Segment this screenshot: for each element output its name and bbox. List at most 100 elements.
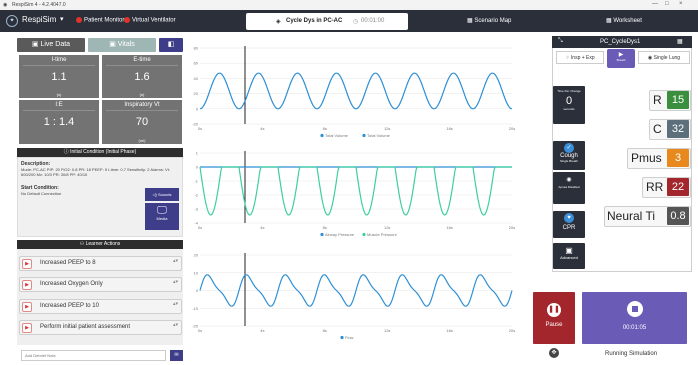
advanced-label: Advanced (560, 255, 578, 260)
maximize-button[interactable]: □ (665, 1, 669, 7)
breath-play-icon: ▶ (618, 52, 624, 58)
simulation-time: 00:01:05 (622, 325, 647, 331)
description-text: Mode: PC-AC PIP: 20 FiO2: 0.8 PR: 18 PEE… (21, 167, 170, 177)
patient-monitor-link[interactable]: Patient Monitor (76, 17, 124, 24)
x-tick-label: 12s (384, 126, 390, 131)
monitor-icon: 🖵 (157, 205, 167, 216)
breath-button[interactable]: ▶ Breath (607, 49, 635, 68)
y-tick-label: 20 (194, 91, 199, 96)
chevron-icon: ▴▾ (172, 301, 178, 307)
y-tick-label: 10 (194, 270, 199, 275)
x-tick-label: 12s (384, 328, 390, 333)
action-item[interactable]: ▶ Increased PEEP to 8 ▴▾ (19, 256, 182, 271)
patient-monitor-label: Patient Monitor (84, 17, 125, 24)
play-icon: ▶ (22, 323, 32, 333)
y-tick-label: -2 (194, 193, 198, 198)
play-icon: ▶ (22, 280, 32, 290)
etime-label: E-time (133, 57, 151, 63)
y-tick-label: 80 (194, 46, 199, 51)
insp-exp-button[interactable]: ⁘ Insp + Exp (556, 51, 604, 64)
chevron-icon: ▴▾ (172, 279, 178, 285)
scenario-timer: 00:01:00 (361, 18, 385, 24)
legend-swatch (320, 232, 324, 237)
itime-value: 1.1 (51, 71, 67, 83)
settings-icon[interactable]: ✥ (549, 348, 559, 358)
apnea-icon: ◉ (566, 177, 572, 183)
apnea-button[interactable]: ◉ Apnea Disabled (553, 172, 585, 204)
learner-actions-title: Learner Actions (85, 241, 121, 247)
send-note-button[interactable]: ✉ (170, 350, 183, 361)
worksheet-label: Worksheet (613, 18, 642, 24)
action-item[interactable]: ▶ Increased PEEP to 10 ▴▾ (19, 299, 182, 314)
expand-button[interactable]: ◧ (159, 38, 183, 52)
legend-swatch (320, 133, 324, 138)
legend-label: Muscle Pressure (367, 232, 398, 237)
cpr-label: CPR (562, 225, 576, 231)
start-condition-text: No Default Connection (21, 191, 62, 196)
param-c-label: C (653, 122, 662, 136)
patient-name: PC_CycleDys1 (600, 39, 641, 45)
patient-header: ⤡ PC_CycleDys1 ▦ (552, 36, 692, 48)
tab-live-data[interactable]: ▣ Live Data (17, 38, 85, 52)
close-button[interactable]: × (679, 1, 683, 7)
media-button[interactable]: 🖵 Media (145, 203, 179, 230)
chevron-icon: ▴▾ (172, 322, 178, 328)
x-tick-label: 20s (509, 225, 515, 230)
grid-icon[interactable]: ▦ (677, 38, 683, 45)
initial-condition-title: Initial Condition (Initial Phase) (70, 149, 137, 155)
legend-label: Total Volume (367, 133, 391, 138)
shrink-icon[interactable]: ⤡ (558, 38, 563, 45)
param-rr-value: 22 (667, 178, 689, 196)
scenario-title: Cycle Dys in PC-AC (286, 18, 343, 24)
action-label: Increased PEEP to 10 (40, 303, 99, 309)
time-per-change-control[interactable]: Time Per Change 0 seconds (553, 86, 585, 124)
sounds-button[interactable]: ◁) Sounds (145, 188, 179, 201)
stop-icon (626, 301, 643, 317)
cough-button[interactable]: ✓ Cough Single Breath (553, 141, 585, 170)
x-tick-label: 4s (260, 225, 264, 230)
ie-ratio-cell: I:E 1 : 1.4 (19, 100, 99, 144)
param-r-value: 15 (667, 91, 689, 109)
y-tick-label: 1 (196, 151, 199, 156)
virtual-ventilator-icon (124, 17, 130, 23)
advanced-button[interactable]: ▣ Advanced (553, 243, 585, 269)
vitals-icon: ▣ (109, 41, 118, 48)
tab-live-data-label: Live Data (40, 41, 71, 48)
y-tick-label: 40 (194, 76, 199, 81)
tab-vitals[interactable]: ▣ Vitals (88, 38, 156, 52)
scenario-map-link[interactable]: ▦ Scenario Map (467, 17, 511, 24)
single-lung-button[interactable]: ◉ Single Lung (638, 51, 690, 64)
action-item[interactable]: ▶ Perform initial patient assessment ▴▾ (19, 320, 182, 335)
pause-icon: ❚❚ (547, 303, 561, 317)
running-simulation-label: Running Simulation (605, 351, 658, 357)
apnea-label: Apnea Disabled (558, 185, 580, 189)
x-tick-label: 8s (323, 126, 327, 131)
x-tick-label: 4s (260, 126, 264, 131)
cough-icon: ✓ (564, 143, 574, 153)
legend-swatch (340, 335, 344, 340)
action-item[interactable]: ▶ Increased Oxygen Only ▴▾ (19, 277, 182, 292)
action-label: Increased PEEP to 8 (40, 260, 96, 266)
etime-cell: E-time 1.6 (s) (102, 55, 182, 98)
inspiratory-vt-label: Inspiratory Vt (124, 102, 160, 108)
y-tick-label: -10 (192, 306, 199, 311)
initial-condition-header: ⓘ Initial Condition (Initial Phase) (17, 148, 183, 157)
worksheet-link[interactable]: ▦ Worksheet (606, 17, 642, 24)
time-per-change-label: Time Per Change (557, 89, 581, 93)
x-tick-label: 8s (323, 328, 327, 333)
minimize-button[interactable]: — (652, 1, 658, 7)
time-per-change-unit: seconds (563, 107, 575, 111)
brand-menu[interactable]: RespiSim (22, 15, 56, 24)
simulation-status-panel[interactable]: 00:01:05 (582, 292, 687, 344)
brand-caret-icon[interactable]: ▾ (60, 15, 64, 23)
pause-button[interactable]: ❚❚ Pause (533, 292, 575, 344)
legend-swatch (362, 133, 366, 138)
scenario-tab[interactable]: ◈ Cycle Dys in PC-AC ◷ 00:01:00 (246, 13, 408, 30)
virtual-ventilator-link[interactable]: Virtual Ventilator (124, 17, 176, 24)
debrief-note-input[interactable] (21, 350, 166, 361)
param-c-value: 32 (667, 120, 689, 138)
cpr-button[interactable]: ♥ CPR (553, 211, 585, 238)
pause-label: Pause (545, 322, 563, 328)
x-tick-label: 16s (446, 126, 452, 131)
legend-label: Total Volume (325, 133, 349, 138)
